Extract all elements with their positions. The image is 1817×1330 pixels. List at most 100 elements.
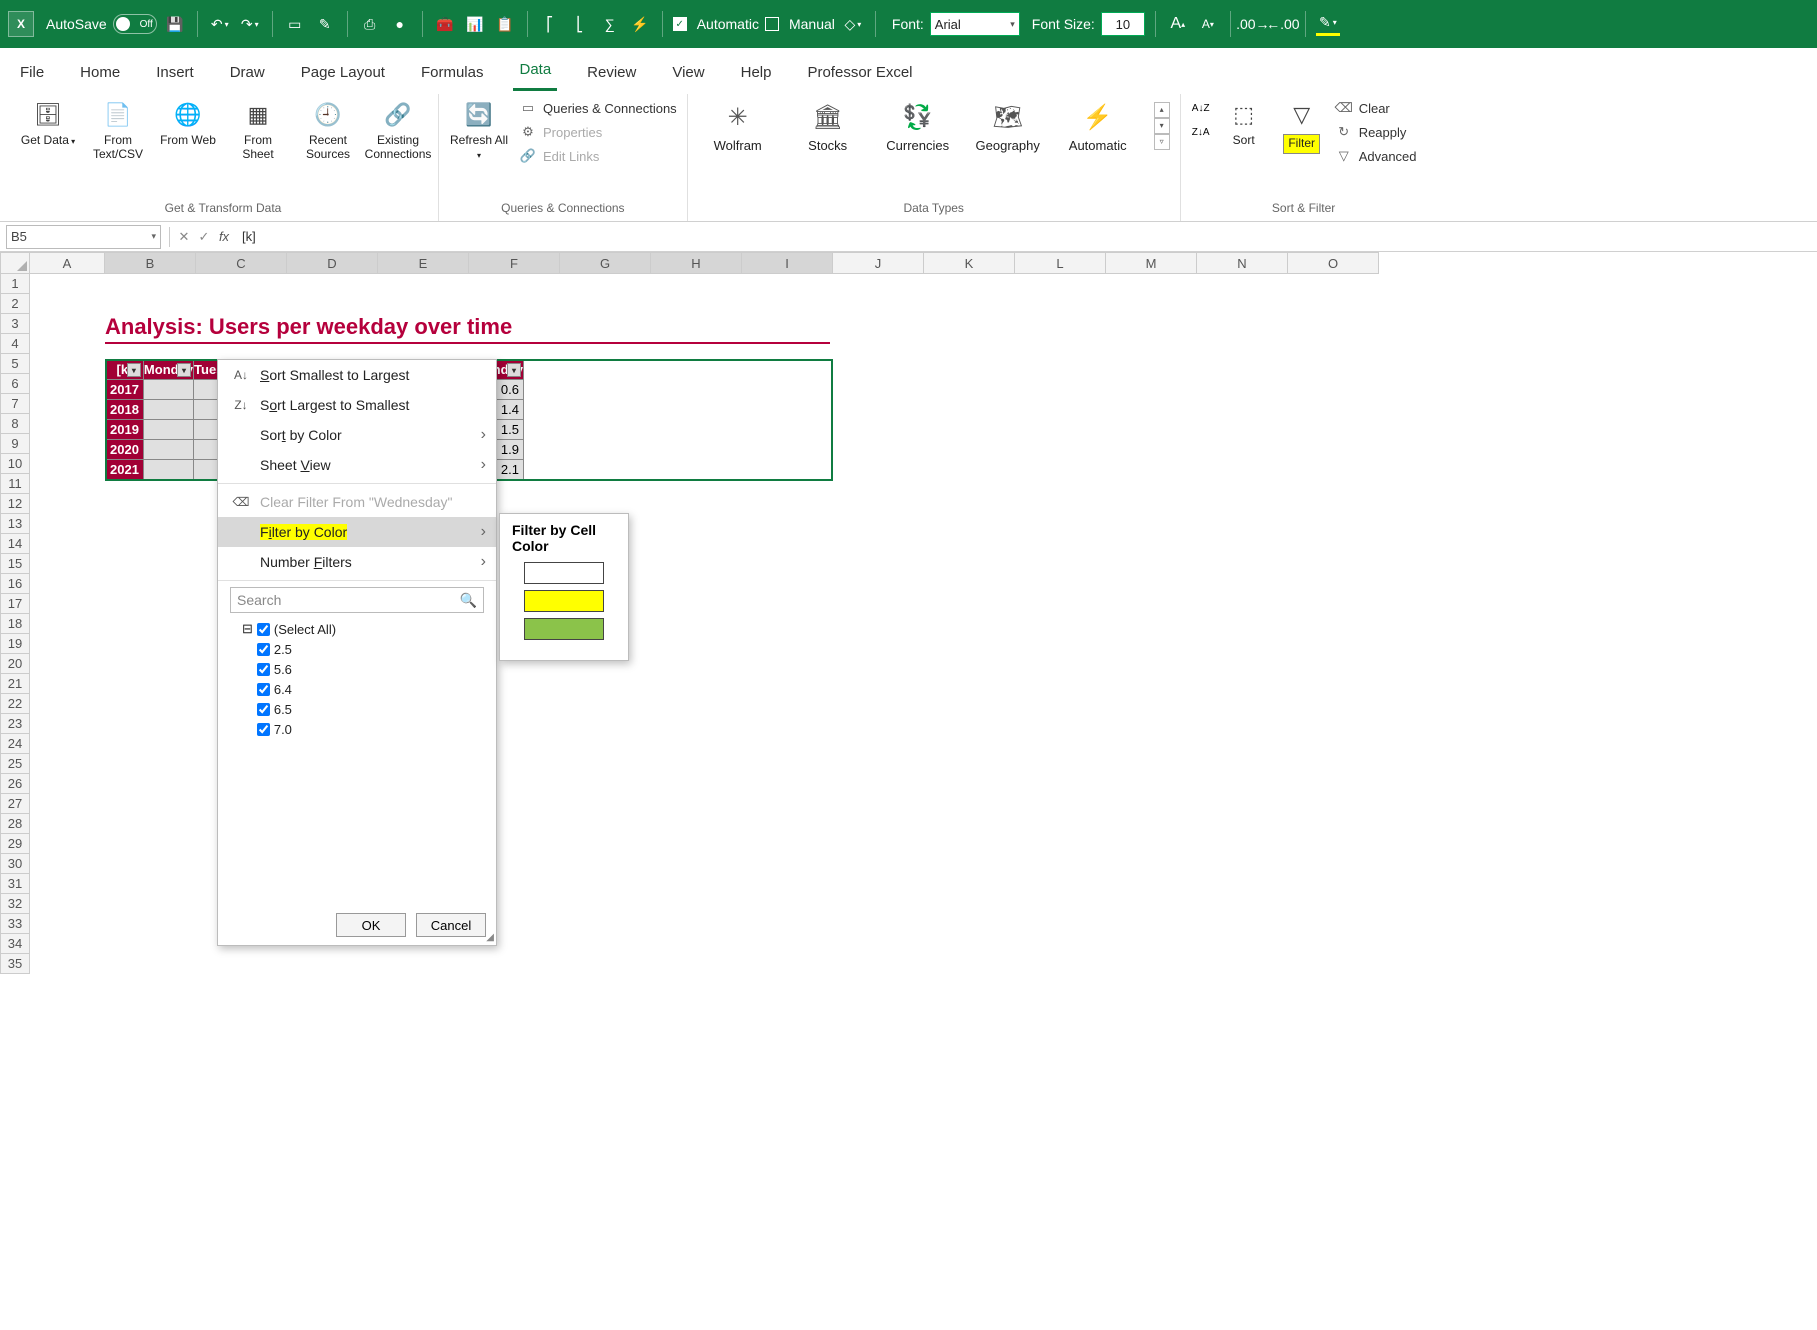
- tab-page-layout[interactable]: Page Layout: [295, 54, 391, 91]
- row-header-9[interactable]: 9: [0, 434, 30, 454]
- autosave-toggle[interactable]: Off: [113, 14, 157, 34]
- calc-manual-check[interactable]: [765, 17, 779, 31]
- row-header-34[interactable]: 34: [0, 934, 30, 954]
- table-cell[interactable]: [143, 440, 193, 460]
- reapply-button[interactable]: ↻Reapply: [1335, 122, 1417, 142]
- row-header-29[interactable]: 29: [0, 834, 30, 854]
- sort-by-color-item[interactable]: Sort by Color: [218, 420, 496, 450]
- touch-mode-icon[interactable]: ▭: [283, 12, 307, 36]
- col-header-B[interactable]: B: [105, 252, 196, 274]
- advanced-filter-button[interactable]: ▽Advanced: [1335, 146, 1417, 166]
- color-swatch-green[interactable]: [524, 618, 604, 640]
- datatype-wolfram[interactable]: ✳Wolfram: [698, 98, 778, 153]
- font-size-input[interactable]: 10: [1101, 12, 1145, 36]
- row-header-33[interactable]: 33: [0, 914, 30, 934]
- row-header-10[interactable]: 10: [0, 454, 30, 474]
- row-header-20[interactable]: 20: [0, 654, 30, 674]
- tab-insert[interactable]: Insert: [150, 54, 200, 91]
- row-header-22[interactable]: 22: [0, 694, 30, 714]
- row-header-32[interactable]: 32: [0, 894, 30, 914]
- font-select[interactable]: Arial▾: [930, 12, 1020, 36]
- highlight-color-icon[interactable]: ✎: [1316, 12, 1340, 36]
- filter-check-item[interactable]: 6.5: [242, 699, 484, 719]
- tab-formulas[interactable]: Formulas: [415, 54, 490, 91]
- tab-home[interactable]: Home: [74, 54, 126, 91]
- row-header-35[interactable]: 35: [0, 954, 30, 974]
- col-header-E[interactable]: E: [378, 252, 469, 274]
- from-text-csv-button[interactable]: 📄From Text/CSV: [88, 98, 148, 162]
- col-header-D[interactable]: D: [287, 252, 378, 274]
- row-header-28[interactable]: 28: [0, 814, 30, 834]
- flash-fill-icon[interactable]: ⚡: [628, 12, 652, 36]
- filter-checkbox[interactable]: [257, 723, 270, 736]
- clear-filter-button[interactable]: ⌫Clear: [1335, 98, 1417, 118]
- decrease-decimal-icon[interactable]: ←.00: [1271, 12, 1295, 36]
- table-header[interactable]: Monday▾: [143, 360, 193, 380]
- queries-connections-button[interactable]: ▭Queries & Connections: [519, 98, 677, 118]
- filter-dropdown-icon[interactable]: ▾: [127, 363, 141, 377]
- filter-dropdown-icon[interactable]: ▾: [507, 363, 521, 377]
- filter-checkbox[interactable]: [257, 623, 270, 636]
- row-header-11[interactable]: 11: [0, 474, 30, 494]
- row-header-7[interactable]: 7: [0, 394, 30, 414]
- sort-asc-icon[interactable]: A↓Z: [1191, 98, 1211, 118]
- save-icon[interactable]: 💾: [163, 12, 187, 36]
- filter-checkbox[interactable]: [257, 643, 270, 656]
- fx-icon[interactable]: fx: [214, 227, 234, 247]
- row-header-16[interactable]: 16: [0, 574, 30, 594]
- table-header[interactable]: [k]▾: [106, 360, 144, 380]
- filter-checkbox[interactable]: [257, 683, 270, 696]
- filter-check-item[interactable]: 7.0: [242, 719, 484, 739]
- table-cell[interactable]: [143, 420, 193, 440]
- datatype-geography[interactable]: 🗺Geography: [968, 98, 1048, 153]
- filter-checkbox[interactable]: [257, 663, 270, 676]
- filter-by-color-item[interactable]: Filter by Color: [218, 517, 496, 547]
- paste-icon[interactable]: 📋: [493, 12, 517, 36]
- filter-search-input[interactable]: Search🔍: [230, 587, 484, 613]
- tab-professor-excel[interactable]: Professor Excel: [801, 54, 918, 91]
- filter-dropdown-icon[interactable]: ▾: [177, 363, 191, 377]
- tab-draw[interactable]: Draw: [224, 54, 271, 91]
- filter-check-item[interactable]: ⊟ (Select All): [242, 619, 484, 639]
- col-header-F[interactable]: F: [469, 252, 560, 274]
- col-header-J[interactable]: J: [833, 252, 924, 274]
- increase-decimal-icon[interactable]: .00→: [1241, 12, 1265, 36]
- quick-print-icon[interactable]: ⎙: [358, 12, 382, 36]
- from-web-button[interactable]: 🌐From Web: [158, 98, 218, 148]
- row-header-6[interactable]: 6: [0, 374, 30, 394]
- col-header-I[interactable]: I: [742, 252, 833, 274]
- clear-format-icon[interactable]: ✎: [313, 12, 337, 36]
- increase-font-icon[interactable]: A▴: [1166, 12, 1190, 36]
- row-header-31[interactable]: 31: [0, 874, 30, 894]
- row-header-3[interactable]: 3: [0, 314, 30, 334]
- col-header-L[interactable]: L: [1015, 252, 1106, 274]
- row-header-23[interactable]: 23: [0, 714, 30, 734]
- sort-button[interactable]: ⬚Sort: [1219, 98, 1269, 148]
- decrease-font-icon[interactable]: A▾: [1196, 12, 1220, 36]
- row-header-12[interactable]: 12: [0, 494, 30, 514]
- row-header-30[interactable]: 30: [0, 854, 30, 874]
- row-header-1[interactable]: 1: [0, 274, 30, 294]
- accept-formula-icon[interactable]: ✓: [194, 227, 214, 247]
- col-header-N[interactable]: N: [1197, 252, 1288, 274]
- filter-check-item[interactable]: 2.5: [242, 639, 484, 659]
- resize-grip-icon[interactable]: ◢: [486, 932, 494, 943]
- col-header-G[interactable]: G: [560, 252, 651, 274]
- tab-help[interactable]: Help: [735, 54, 778, 91]
- paint-bucket-icon[interactable]: ◇: [841, 12, 865, 36]
- col-header-K[interactable]: K: [924, 252, 1015, 274]
- col-header-C[interactable]: C: [196, 252, 287, 274]
- formula-content[interactable]: [k]: [234, 229, 1817, 244]
- chart-icon[interactable]: 📊: [463, 12, 487, 36]
- redo-icon[interactable]: ↷: [238, 12, 262, 36]
- cancel-formula-icon[interactable]: ✕: [174, 227, 194, 247]
- row-header-14[interactable]: 14: [0, 534, 30, 554]
- subtotal-icon[interactable]: ∑: [598, 12, 622, 36]
- existing-connections-button[interactable]: 🔗Existing Connections: [368, 98, 428, 162]
- color-swatch-white[interactable]: [524, 562, 604, 584]
- refresh-all-button[interactable]: 🔄Refresh All: [449, 98, 509, 162]
- color-swatch-yellow[interactable]: [524, 590, 604, 612]
- row-header-24[interactable]: 24: [0, 734, 30, 754]
- table-cell[interactable]: [143, 460, 193, 480]
- row-header-15[interactable]: 15: [0, 554, 30, 574]
